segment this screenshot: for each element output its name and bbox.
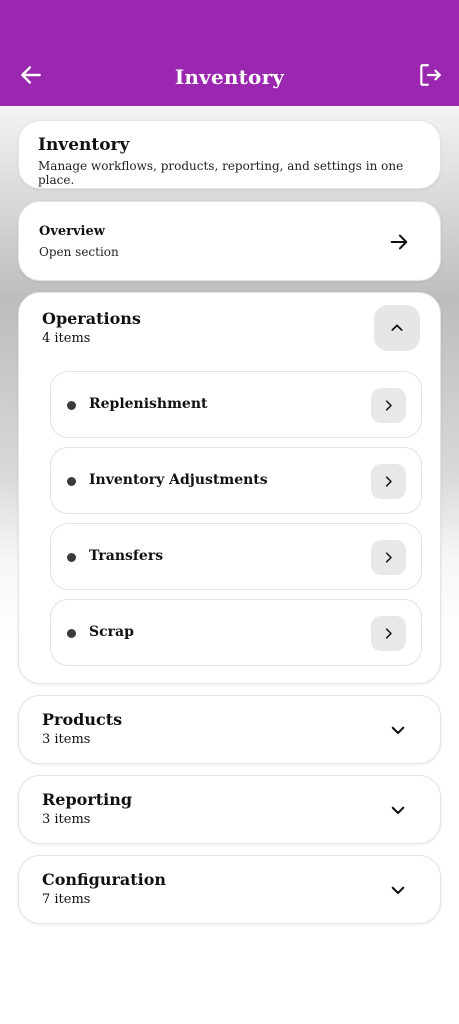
chevron-right-icon <box>385 628 392 639</box>
intro-card: Inventory Manage workflows, products, re… <box>18 120 441 189</box>
section-header: Operations 4 items <box>42 309 141 346</box>
chevron-down-icon <box>391 886 405 895</box>
list-item-label: Replenishment <box>89 396 208 412</box>
open-item-button[interactable] <box>371 616 406 651</box>
section-title: Reporting <box>42 790 133 809</box>
list-item-label: Scrap <box>89 624 134 640</box>
section-header: Products 3 items <box>42 710 122 747</box>
section-operations: Operations 4 items Replenishment Invento… <box>18 292 441 684</box>
page-title: Inventory <box>174 65 285 89</box>
bullet-icon <box>67 401 76 410</box>
intro-description: Manage workflows, products, reporting, a… <box>38 159 404 187</box>
section-count: 3 items <box>42 812 91 827</box>
chevron-right-icon <box>385 552 392 563</box>
overview-subtitle: Open section <box>39 245 119 259</box>
chevron-down-icon <box>391 806 405 815</box>
section-title: Configuration <box>42 870 167 889</box>
bullet-icon <box>67 553 76 562</box>
chevron-down-icon <box>391 726 405 735</box>
section-count: 3 items <box>42 732 91 747</box>
section-header: Configuration 7 items <box>42 870 166 907</box>
open-item-button[interactable] <box>371 388 406 423</box>
logout-icon <box>420 64 441 86</box>
intro-title: Inventory <box>38 135 130 155</box>
list-item-replenishment[interactable]: Replenishment <box>50 371 422 438</box>
chevron-right-icon <box>385 400 392 411</box>
bullet-icon <box>67 477 76 486</box>
open-item-button[interactable] <box>371 540 406 575</box>
logout-button[interactable] <box>417 62 443 88</box>
arrow-right-icon <box>390 234 408 250</box>
chevron-right-icon <box>385 476 392 487</box>
list-item-label: Inventory Adjustments <box>89 472 268 488</box>
section-title: Products <box>42 710 123 729</box>
overview-card[interactable]: Overview Open section <box>18 201 441 281</box>
section-products[interactable]: Products 3 items <box>18 695 441 764</box>
section-reporting[interactable]: Reporting 3 items <box>18 775 441 844</box>
section-count: 7 items <box>42 892 91 907</box>
app-bar: Inventory <box>0 0 459 106</box>
section-count: 4 items <box>42 331 91 346</box>
list-item-label: Transfers <box>89 548 164 564</box>
bullet-icon <box>67 629 76 638</box>
section-configuration[interactable]: Configuration 7 items <box>18 855 441 924</box>
section-header: Reporting 3 items <box>42 790 132 827</box>
list-item-inventory-adjustments[interactable]: Inventory Adjustments <box>50 447 422 514</box>
collapse-button[interactable] <box>374 305 420 351</box>
section-title: Operations <box>42 309 141 328</box>
back-button[interactable] <box>18 62 44 88</box>
chevron-up-icon <box>391 324 403 331</box>
open-item-button[interactable] <box>371 464 406 499</box>
arrow-left-icon <box>21 66 41 84</box>
list-item-scrap[interactable]: Scrap <box>50 599 422 666</box>
overview-title: Overview <box>39 224 105 239</box>
list-item-transfers[interactable]: Transfers <box>50 523 422 590</box>
